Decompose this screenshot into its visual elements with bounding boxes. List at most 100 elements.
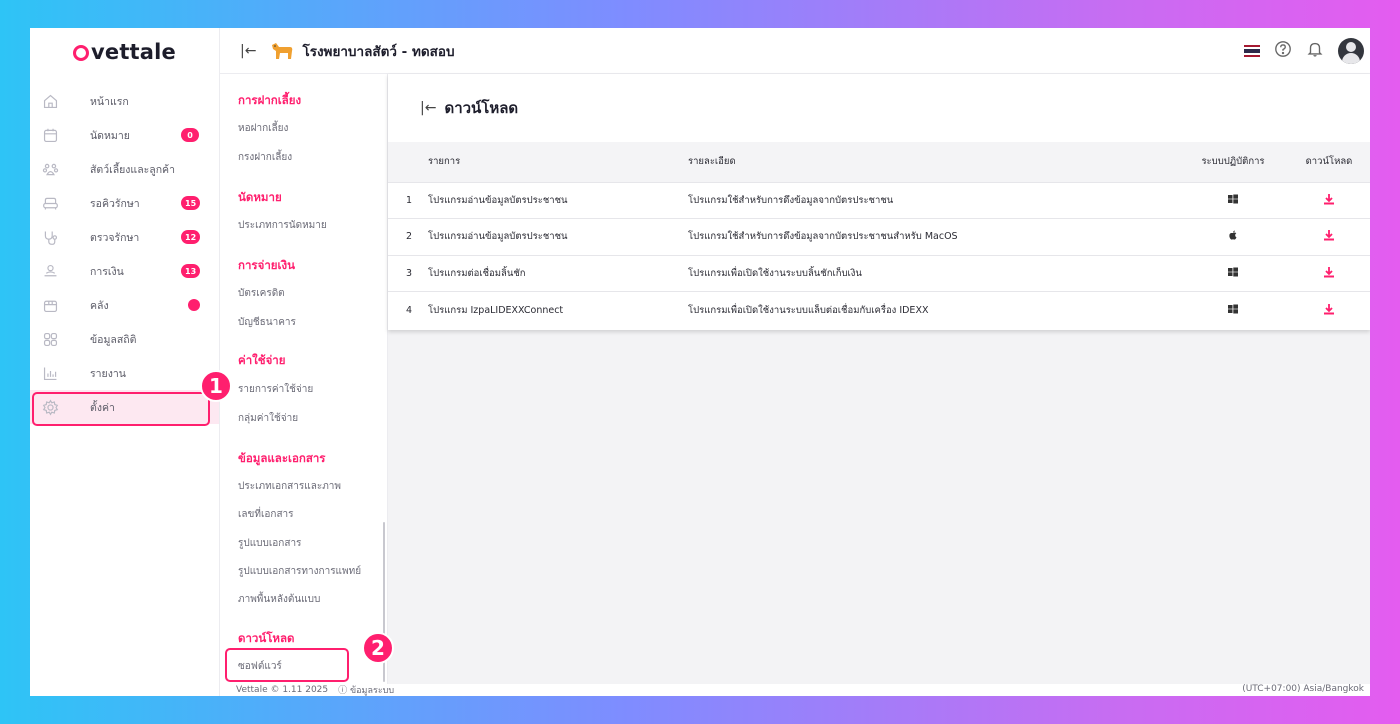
collapse-icon[interactable]: |←: [240, 43, 256, 59]
row-name: โปรแกรมอ่านข้อมูลบัตรประชาชน: [428, 194, 568, 206]
main-content: |← ดาวน์โหลด รายการ รายละเอียด ระบบปฏิบั…: [388, 74, 1370, 684]
submenu-section-title: ข้อมูลและเอกสาร: [238, 451, 326, 465]
sidebar-item-inventory[interactable]: คลัง: [30, 288, 219, 322]
col-os: ระบบปฏิบัติการ: [1201, 156, 1265, 168]
settings-submenu: การฝากเลี้ยง หอฝากเลี้ยง กรงฝากเลี้ยง นั…: [220, 74, 388, 684]
grid-icon: [40, 329, 60, 349]
chart-icon: [40, 363, 60, 383]
row-number: 2: [406, 231, 413, 243]
submenu-item[interactable]: บัตรเครดิต: [238, 286, 285, 301]
footer: Vettale © 1.11 2025 ⓘ ข้อมูลระบบ (UTC+07…: [220, 684, 1370, 696]
count-badge: 13: [181, 264, 201, 278]
step-marker-2: 2: [362, 632, 394, 664]
sidebar-item-statistics[interactable]: ข้อมูลสถิติ: [30, 322, 219, 356]
table-row: 1 โปรแกรมอ่านข้อมูลบัตรประชาชน โปรแกรมใช…: [388, 182, 1370, 219]
row-number: 1: [406, 194, 413, 206]
count-badge: 15: [181, 196, 201, 210]
submenu-item[interactable]: บัญชีธนาคาร: [238, 315, 296, 330]
row-desc: โปรแกรมเพื่อเปิดใช้งานระบบลิ้นชักเก็บเงิ…: [688, 267, 862, 279]
avatar[interactable]: [1338, 38, 1364, 64]
row-desc: โปรแกรมใช้สำหรับการดึงข้อมูลจากบัตรประชา…: [688, 231, 958, 243]
download-icon[interactable]: [1323, 229, 1335, 241]
money-icon: [40, 261, 60, 281]
logo-text: vettale: [90, 40, 177, 64]
app-window: vettale หน้าแรก นัดหมาย 0 สัตว์เลี้ยงและ…: [30, 28, 1370, 696]
row-name: โปรแกรม IzpaLIDEXXConnect: [428, 304, 564, 316]
download-icon[interactable]: [1323, 303, 1335, 315]
sidebar-item-finance[interactable]: การเงิน 13: [30, 254, 219, 288]
count-badge: 12: [181, 230, 201, 244]
row-name: โปรแกรมอ่านข้อมูลบัตรประชาชน: [428, 231, 568, 243]
page-title: ดาวน์โหลด: [444, 99, 519, 117]
row-number: 4: [406, 304, 413, 316]
bell-icon[interactable]: [1306, 40, 1324, 62]
sidebar-item-label: สัตว์เลี้ยงและลูกค้า: [90, 163, 175, 176]
download-icon[interactable]: [1323, 266, 1335, 278]
submenu-item[interactable]: เลขที่เอกสาร: [238, 507, 294, 522]
row-number: 3: [406, 267, 413, 279]
submenu-item[interactable]: ประเภทเอกสารและภาพ: [238, 479, 341, 494]
step-marker-1: 1: [200, 370, 232, 402]
home-icon: [40, 91, 60, 111]
submenu-item[interactable]: หอฝากเลี้ยง: [238, 121, 288, 136]
windows-icon: [1228, 194, 1238, 204]
col-desc: รายละเอียด: [688, 156, 736, 168]
header-actions: [1244, 38, 1364, 64]
sidebar-item-treatment[interactable]: ตรวจรักษา 12: [30, 220, 219, 254]
sidebar-item-reports[interactable]: รายงาน: [30, 356, 219, 390]
box-icon: [40, 295, 60, 315]
clinic-name: โรงพยาบาลสัตว์ - ทดสอบ: [302, 43, 455, 60]
download-table: รายการ รายละเอียด ระบบปฏิบัติการ ดาวน์โห…: [388, 142, 1370, 328]
page-header: |← ดาวน์โหลด: [388, 74, 1370, 142]
col-number: [388, 142, 428, 182]
sidebar-item-home[interactable]: หน้าแรก: [30, 84, 219, 118]
sidebar-item-label: รอคิวรักษา: [90, 197, 140, 210]
submenu-item[interactable]: รูปแบบเอกสารทางการแพทย์: [238, 564, 361, 579]
row-name: โปรแกรมต่อเชื่อมลิ้นชัก: [428, 267, 526, 279]
stethoscope-icon: [40, 227, 60, 247]
row-desc: โปรแกรมเพื่อเปิดใช้งานระบบแล็บต่อเชื่อมก…: [688, 304, 929, 316]
submenu-item[interactable]: กลุ่มค่าใช้จ่าย: [238, 411, 298, 426]
sidebar-item-label: ข้อมูลสถิติ: [90, 333, 137, 346]
sidebar-item-appointments[interactable]: นัดหมาย 0: [30, 118, 219, 152]
sofa-icon: [40, 193, 60, 213]
notification-dot: [188, 299, 200, 311]
submenu-item[interactable]: ประเภทการนัดหมาย: [238, 218, 327, 233]
download-panel: |← ดาวน์โหลด รายการ รายละเอียด ระบบปฏิบั…: [388, 74, 1370, 330]
sidebar-item-label: นัดหมาย: [90, 129, 130, 142]
sidebar-item-label: ตรวจรักษา: [90, 231, 140, 244]
sidebar-item-pets[interactable]: สัตว์เลี้ยงและลูกค้า: [30, 152, 219, 186]
submenu-item[interactable]: รายการค่าใช้จ่าย: [238, 382, 313, 397]
submenu-section-title: การจ่ายเงิน: [238, 258, 295, 272]
logo[interactable]: vettale: [30, 28, 219, 76]
paw-icon: [40, 159, 60, 179]
back-icon[interactable]: |←: [420, 100, 436, 116]
download-icon[interactable]: [1323, 193, 1335, 205]
table-row: 2 โปรแกรมอ่านข้อมูลบัตรประชาชน โปรแกรมใช…: [388, 218, 1370, 256]
timezone-text: (UTC+07:00) Asia/Bangkok: [1242, 684, 1364, 694]
sidebar-item-queue[interactable]: รอคิวรักษา 15: [30, 186, 219, 220]
logo-mark: [72, 45, 89, 61]
col-name: รายการ: [428, 156, 461, 168]
col-download: ดาวน์โหลด: [1305, 156, 1353, 168]
submenu-section-title: ค่าใช้จ่าย: [238, 353, 286, 367]
highlight-settings: [32, 392, 210, 426]
apple-icon: [1229, 230, 1237, 240]
system-info-link[interactable]: ⓘ ข้อมูลระบบ: [338, 683, 394, 696]
row-desc: โปรแกรมใช้สำหรับการดึงข้อมูลจากบัตรประชา…: [688, 194, 894, 206]
calendar-icon: [40, 125, 60, 145]
sidebar-item-label: รายงาน: [90, 367, 126, 380]
submenu-item[interactable]: กรงฝากเลี้ยง: [238, 150, 292, 165]
sidebar-item-label: คลัง: [90, 299, 109, 312]
header: |← โรงพยาบาลสัตว์ - ทดสอบ: [220, 28, 1370, 74]
clinic-logo-icon: [272, 42, 293, 59]
thai-flag-icon[interactable]: [1244, 45, 1260, 57]
submenu-item[interactable]: รูปแบบเอกสาร: [238, 536, 301, 551]
count-badge: 0: [181, 128, 199, 142]
submenu-item[interactable]: ภาพพื้นหลังต้นแบบ: [238, 592, 320, 607]
version-text: Vettale © 1.11 2025: [236, 685, 329, 695]
help-icon[interactable]: [1274, 40, 1292, 62]
highlight-software: [225, 648, 349, 682]
table-row: 3 โปรแกรมต่อเชื่อมลิ้นชัก โปรแกรมเพื่อเป…: [388, 255, 1370, 292]
sidebar-item-label: หน้าแรก: [90, 95, 129, 108]
